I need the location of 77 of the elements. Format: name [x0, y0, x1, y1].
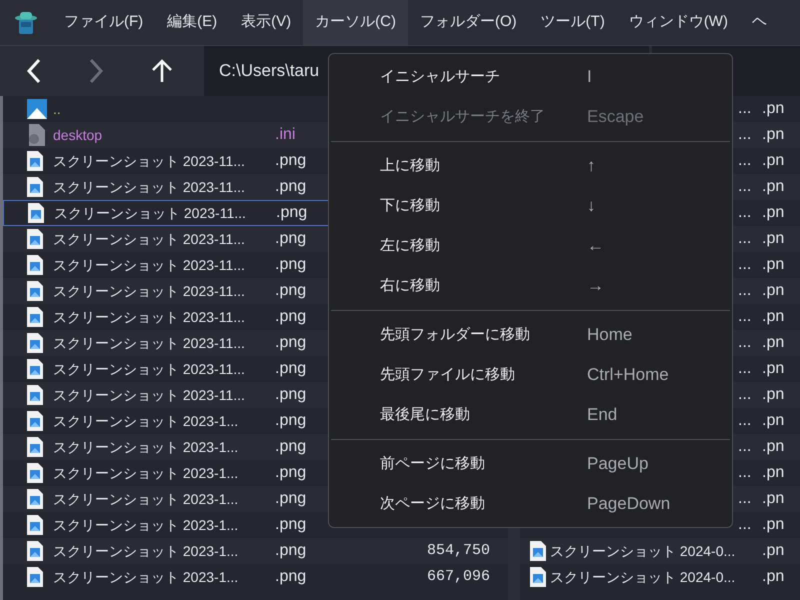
file-extension: .pn	[762, 463, 784, 483]
file-name: スクリーンショット 2024-0...	[550, 568, 736, 586]
file-extension: .png	[275, 281, 308, 301]
file-extension: .png	[275, 463, 308, 483]
file-name: スクリーンショット 2023-1...	[53, 568, 240, 586]
file-extension: .pn	[762, 385, 784, 405]
file-extension: .png	[275, 359, 308, 379]
file-extension: .png	[275, 177, 308, 197]
file-name: ..	[53, 100, 62, 118]
file-name: desktop	[53, 126, 104, 145]
file-extension: .png	[275, 515, 308, 535]
file-name: ...	[738, 151, 752, 171]
file-extension: .png	[275, 333, 308, 353]
file-extension: .ini	[275, 125, 296, 145]
file-extension: .png	[276, 203, 308, 223]
file-name: ...	[738, 281, 752, 301]
file-extension: .pn	[762, 437, 784, 457]
file-extension: .pn	[762, 203, 784, 223]
file-name: ...	[738, 125, 752, 145]
file-name: ...	[738, 229, 752, 249]
file-extension: .pn	[762, 255, 784, 275]
file-name: ...	[738, 255, 752, 275]
file-name: ...	[738, 489, 752, 509]
file-extension: .png	[275, 567, 308, 587]
file-extension: .png	[275, 411, 308, 431]
file-extension: .pn	[762, 515, 784, 535]
file-name: スクリーンショット 2023-11...	[53, 152, 246, 170]
file-extension: .png	[275, 385, 308, 405]
file-name: スクリーンショット 2023-1...	[53, 516, 240, 534]
file-name: ...	[738, 99, 752, 119]
file-name: スクリーンショット 2023-11...	[53, 282, 246, 300]
file-name: ...	[738, 203, 752, 223]
file-name: スクリーンショット 2023-11...	[53, 360, 246, 378]
file-extension: .pn	[762, 177, 784, 197]
file-extension: .png	[275, 151, 308, 171]
file-name: スクリーンショット 2023-1...	[53, 412, 240, 430]
file-name: スクリーンショット 2023-11...	[54, 204, 247, 222]
file-extension: .pn	[762, 359, 784, 379]
file-size: 854,750	[426, 540, 490, 561]
file-name: スクリーンショット 2023-1...	[53, 438, 240, 456]
file-extension: .pn	[762, 281, 784, 301]
file-name: ...	[738, 385, 752, 405]
file-extension: .pn	[762, 151, 784, 171]
file-extension: .png	[275, 437, 308, 457]
file-extension: .pn	[762, 307, 784, 327]
file-name: ...	[738, 307, 752, 327]
file-extension: .pn	[762, 541, 784, 561]
file-name: スクリーンショット 2023-11...	[53, 178, 246, 196]
file-extension: .pn	[762, 229, 784, 249]
file-name: ...	[738, 333, 752, 353]
file-name: ...	[738, 177, 752, 197]
file-extension: .pn	[762, 125, 784, 145]
file-extension: .png	[275, 255, 308, 275]
file-name: ...	[738, 359, 752, 379]
file-extension: .png	[275, 489, 308, 509]
file-size: 667,096	[426, 566, 490, 587]
file-name: スクリーンショット 2023-11...	[53, 230, 246, 248]
file-extension: .png	[275, 307, 308, 327]
file-name: ...	[738, 437, 752, 457]
file-name: スクリーンショット 2023-1...	[53, 542, 240, 560]
file-extension: .pn	[762, 489, 784, 509]
file-name: ...	[738, 515, 752, 535]
file-extension: .pn	[762, 99, 784, 119]
file-name: スクリーンショット 2024-0...	[550, 542, 736, 560]
file-name: ...	[738, 411, 752, 431]
file-extension: .png	[275, 541, 308, 561]
file-extension: .pn	[762, 411, 784, 431]
file-extension: .pn	[762, 567, 784, 587]
file-name: スクリーンショット 2023-11...	[53, 334, 246, 352]
file-name: スクリーンショット 2023-11...	[53, 386, 246, 404]
file-extension: .png	[275, 229, 308, 249]
file-name: スクリーンショット 2023-1...	[53, 490, 240, 508]
file-name: スクリーンショット 2023-1...	[53, 464, 240, 482]
file-name: スクリーンショット 2023-11...	[53, 308, 246, 326]
file-name: ...	[738, 463, 752, 483]
file-name: スクリーンショット 2023-11...	[53, 256, 246, 274]
file-extension: .pn	[762, 333, 784, 353]
